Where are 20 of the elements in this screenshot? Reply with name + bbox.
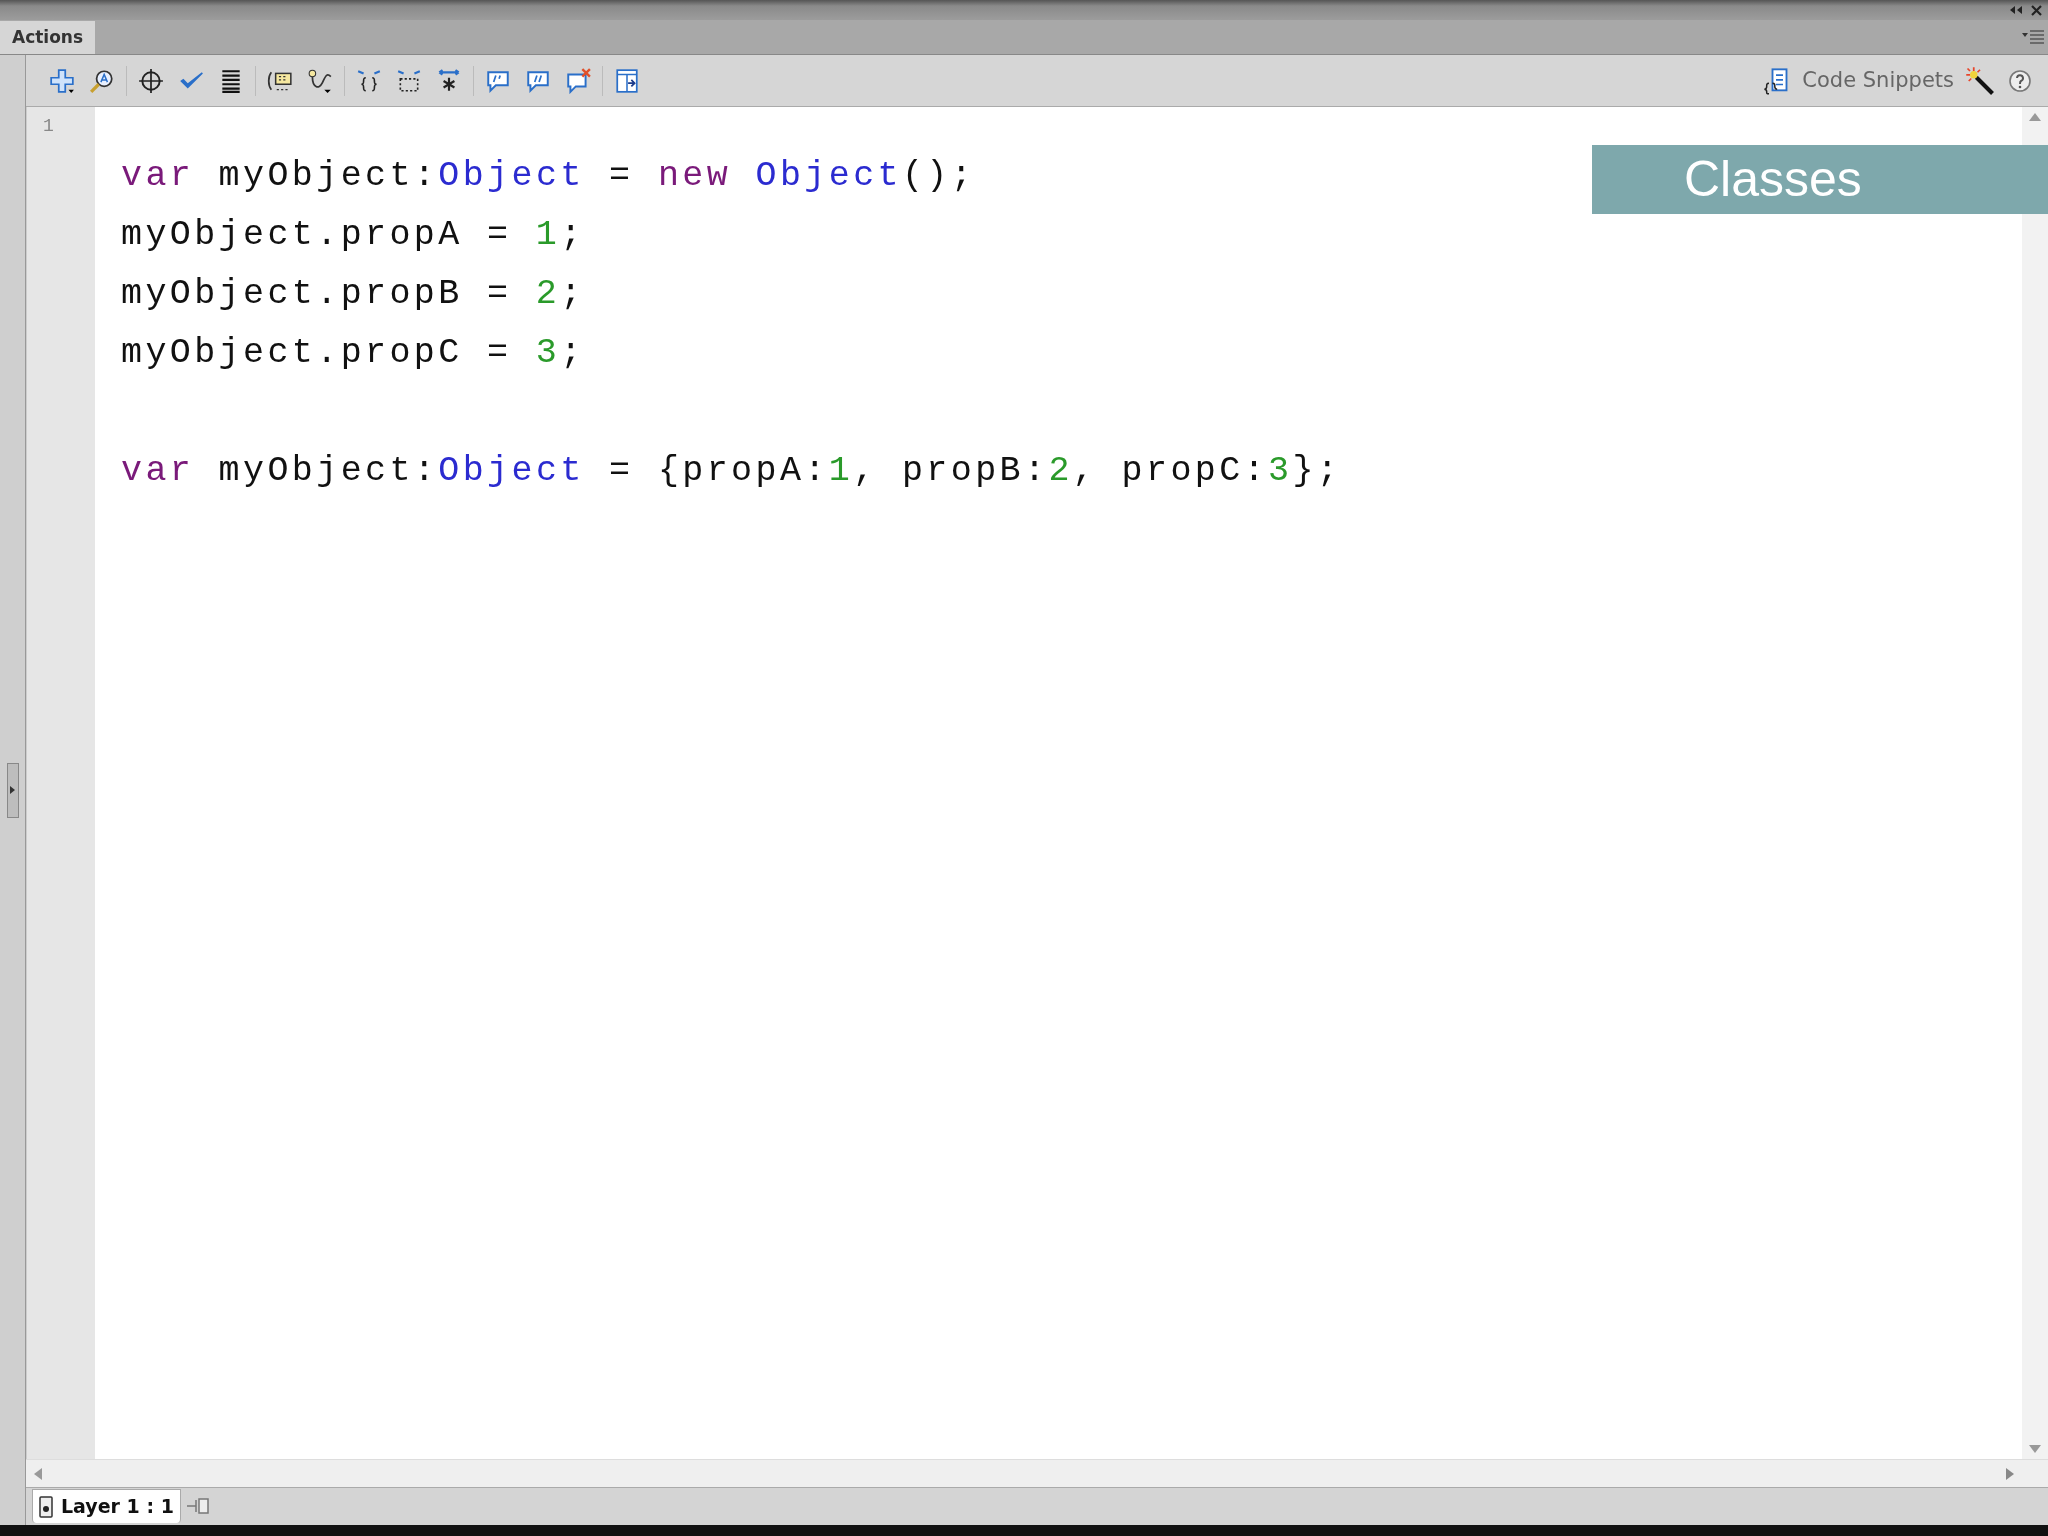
layer-label: Layer 1 : 1 [61,1494,174,1520]
document-icon [39,1495,53,1518]
scroll-up-arrow[interactable] [2029,113,2041,121]
code-line: myObject.propB = 2; [121,273,585,316]
scroll-right-arrow[interactable] [2006,1467,2014,1480]
code-line: myObject.propA = 1; [121,214,585,257]
banner-title: Classes [1684,150,1862,209]
panel-tab[interactable]: Actions [0,21,96,54]
code-line: var myObject:Object = {propA:1, propB:2, propC:3}; [121,450,1342,493]
code-line: myObject.propC = 3; [121,332,585,375]
scroll-down-arrow[interactable] [2029,1445,2041,1453]
menu-icon[interactable] [2022,30,2044,44]
collapse-icon[interactable] [2009,5,2023,15]
pin-icon[interactable] [186,1497,211,1515]
layer-tab[interactable]: Layer 1 : 1 [32,1489,181,1523]
code-snippets-button[interactable]: Code Snippets [1796,64,1960,97]
close-icon[interactable] [2031,4,2042,16]
panel-handle[interactable] [6,762,19,818]
line-number: 1 [43,115,55,138]
code-line: var myObject:Object = new Object(); [121,155,976,198]
